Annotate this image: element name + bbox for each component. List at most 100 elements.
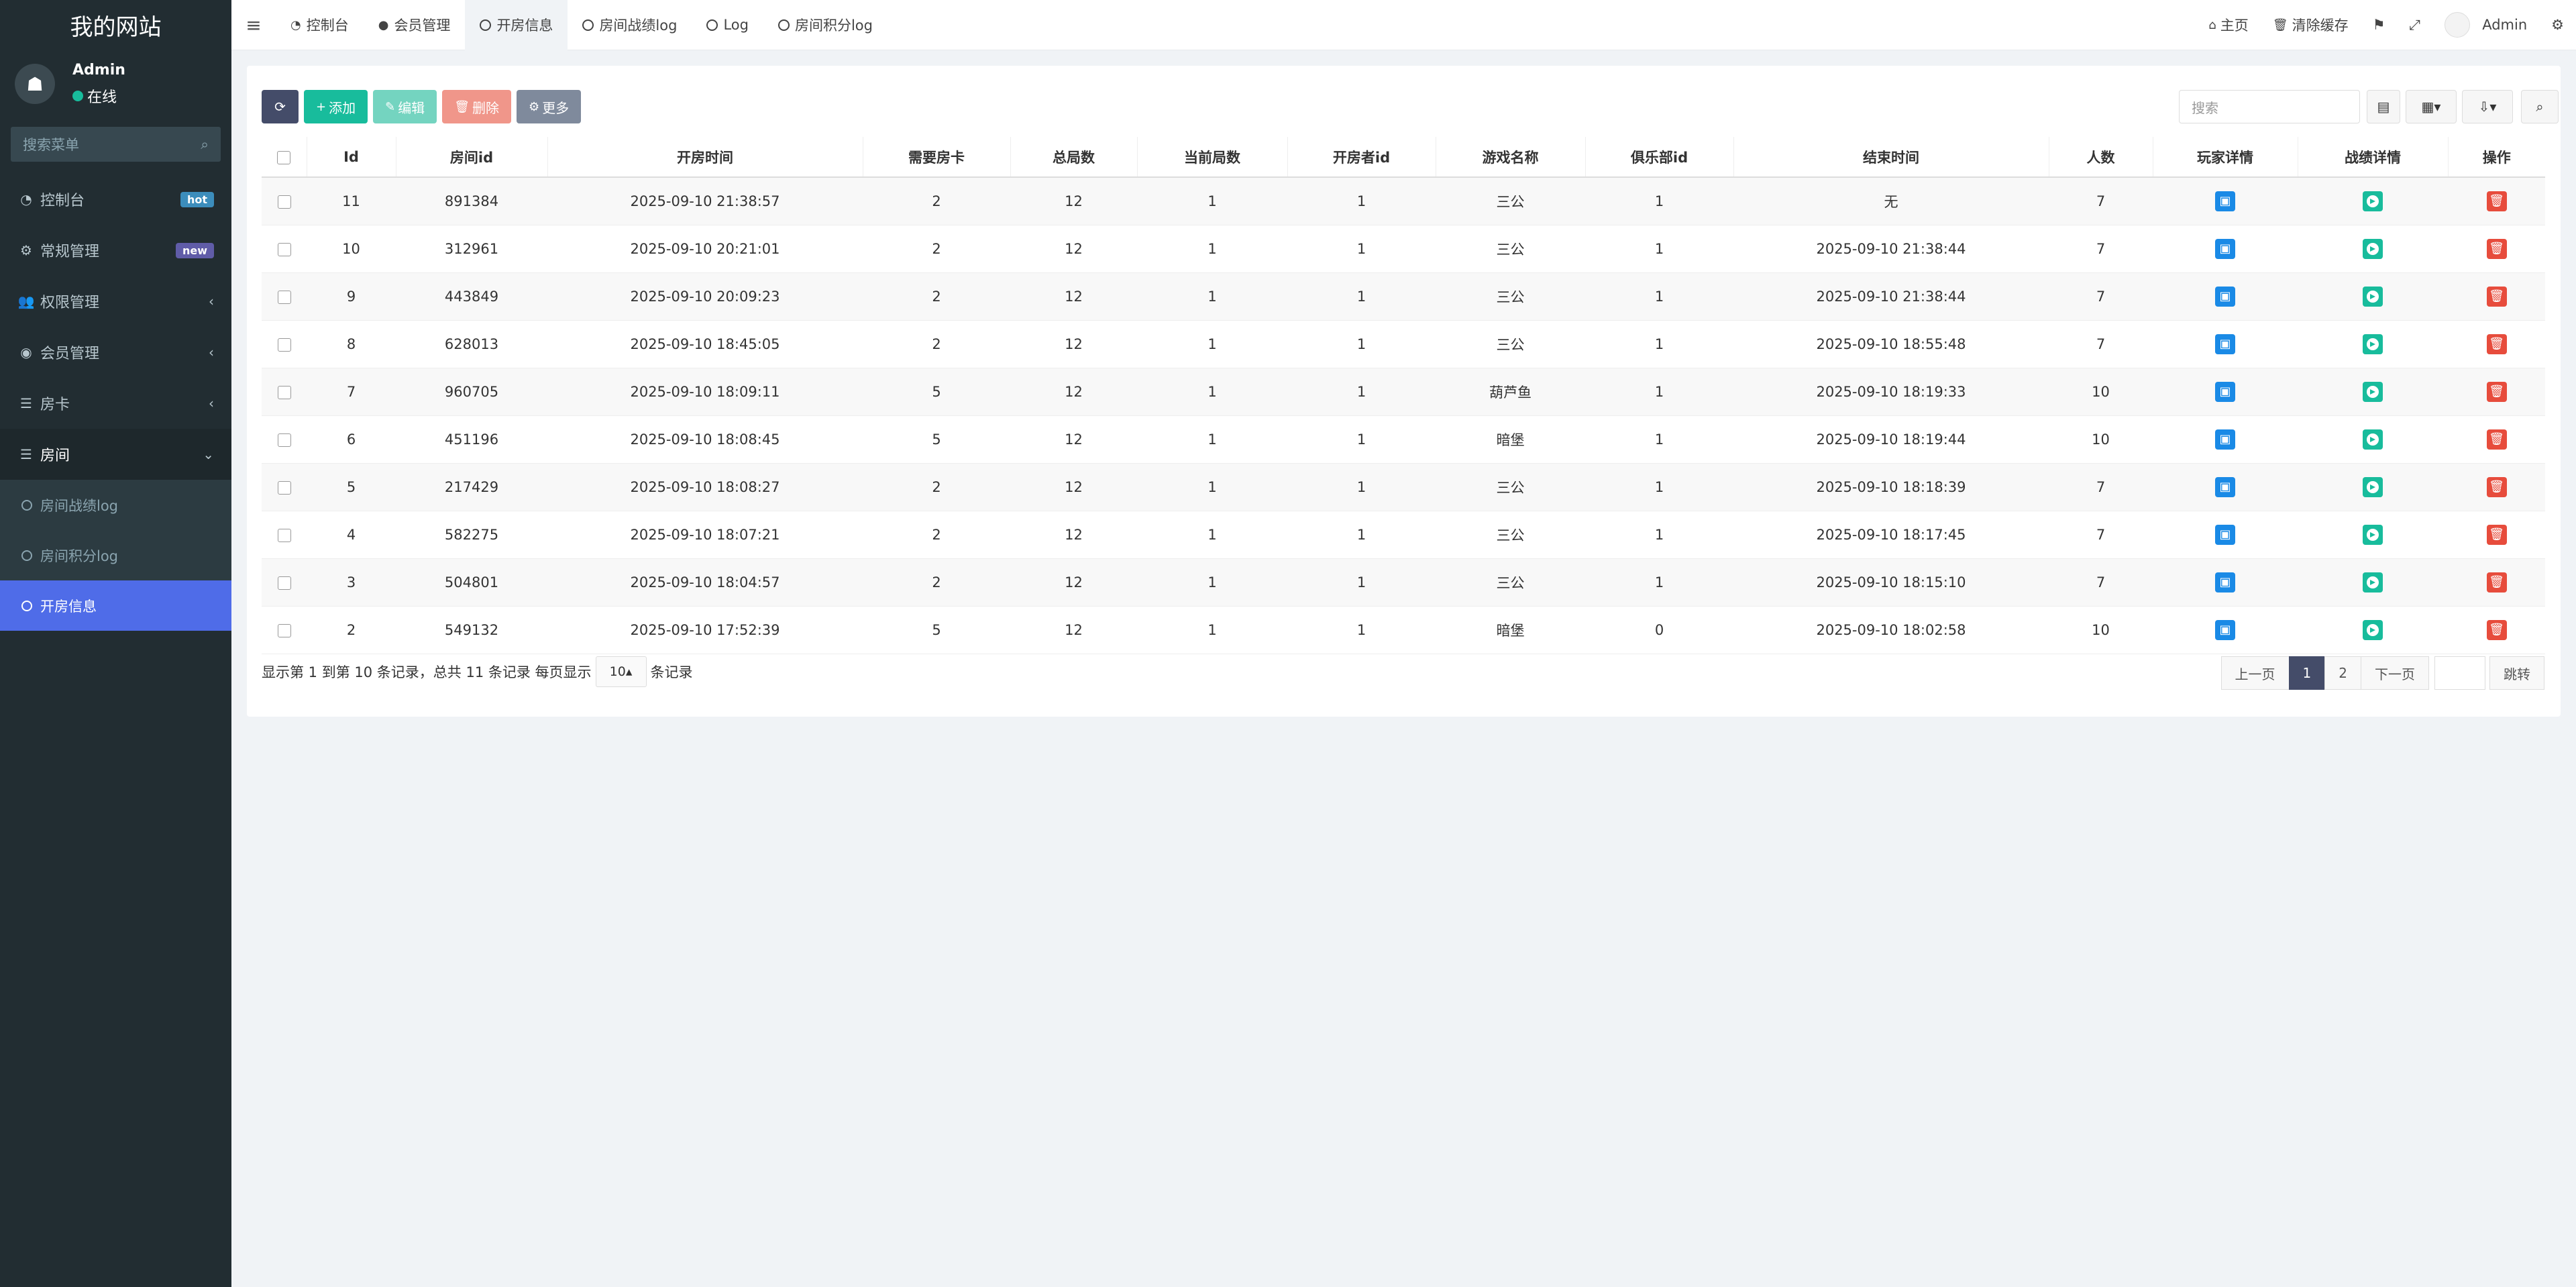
player-detail-icon[interactable]: ▣ — [2215, 476, 2235, 497]
delete-row-icon[interactable]: 🗑 — [2486, 333, 2507, 354]
table-row[interactable]: 7 960705 2025-09-10 18:09:11 5 12 1 1 葫芦鱼 1 2025-… — [262, 368, 2545, 416]
user-menu[interactable]: Admin — [2432, 12, 2539, 38]
delete-row-icon[interactable]: 🗑 — [2486, 619, 2507, 640]
jump-button[interactable]: 跳转 — [2489, 656, 2544, 690]
table-row[interactable]: 6 451196 2025-09-10 18:08:45 5 12 1 1 暗堡 1 2025-0… — [262, 415, 2545, 464]
battle-detail-icon[interactable] — [2363, 381, 2383, 402]
row-checkbox[interactable] — [277, 290, 291, 304]
row-checkbox[interactable] — [277, 576, 291, 590]
add-button[interactable]: + 添加 — [304, 90, 368, 123]
battle-detail-icon[interactable] — [2363, 476, 2383, 497]
next-page-button[interactable]: 下一页 — [2361, 656, 2429, 690]
row-checkbox[interactable] — [277, 385, 291, 399]
player-detail-icon[interactable]: ▣ — [2215, 429, 2235, 450]
table-row[interactable]: 3 504801 2025-09-10 18:04:57 2 12 1 1 三公 1 2025-0… — [262, 558, 2545, 607]
column-header[interactable]: 当前局数 — [1137, 137, 1288, 178]
column-header[interactable]: 人数 — [2049, 137, 2153, 178]
settings-icon[interactable]: ⚙ — [2539, 17, 2576, 33]
delete-row-icon[interactable]: 🗑 — [2486, 238, 2507, 259]
player-detail-icon[interactable]: ▣ — [2215, 381, 2235, 402]
battle-detail-icon[interactable] — [2363, 429, 2383, 450]
toggle-view-button[interactable]: ▤ — [2367, 90, 2400, 123]
battle-detail-icon[interactable] — [2363, 286, 2383, 307]
column-header[interactable]: 开房时间 — [547, 137, 863, 178]
clear-cache-button[interactable]: 🗑 清除缓存 — [2261, 15, 2361, 35]
refresh-button[interactable]: ⟳ — [262, 90, 299, 123]
tab-room-battle-log[interactable]: 房间战绩log — [568, 0, 692, 50]
player-detail-icon[interactable]: ▣ — [2215, 619, 2235, 640]
table-row[interactable]: 9 443849 2025-09-10 20:09:23 2 12 1 1 三公 1 2025-0… — [262, 272, 2545, 321]
row-checkbox[interactable] — [277, 338, 291, 352]
battle-detail-icon[interactable] — [2363, 238, 2383, 259]
menu-toggle-icon[interactable]: ≡ — [231, 0, 276, 50]
sidebar-item-members[interactable]: ◉ 会员管理 ‹ — [0, 327, 231, 378]
sidebar-item-room-score-log[interactable]: 房间积分log — [0, 530, 231, 580]
table-row[interactable]: 11 891384 2025-09-10 21:38:57 2 12 1 1 三公 1 无 7 ▣ 🗑 — [262, 177, 2545, 225]
sidebar-item-general[interactable]: ⚙ 常规管理 new — [0, 225, 231, 276]
menu-search-input[interactable]: 搜索菜单 ⌕ — [11, 127, 221, 162]
fullscreen-icon[interactable]: ⤢ — [2397, 17, 2432, 34]
row-checkbox[interactable] — [277, 433, 291, 447]
delete-row-icon[interactable]: 🗑 — [2486, 429, 2507, 450]
sidebar-item-room-battle-log[interactable]: 房间战绩log — [0, 480, 231, 530]
tab-log[interactable]: Log — [692, 0, 763, 50]
row-checkbox[interactable] — [277, 242, 291, 256]
delete-row-icon[interactable]: 🗑 — [2486, 191, 2507, 211]
site-logo[interactable]: 我的网站 — [0, 0, 231, 50]
column-header[interactable]: 俱乐部id — [1585, 137, 1734, 178]
column-header[interactable]: 需要房卡 — [863, 137, 1011, 178]
player-detail-icon[interactable]: ▣ — [2215, 286, 2235, 307]
table-row[interactable]: 5 217429 2025-09-10 18:08:27 2 12 1 1 三公 1 2025-0… — [262, 463, 2545, 511]
prev-page-button[interactable]: 上一页 — [2220, 656, 2290, 690]
tab-members[interactable]: ● 会员管理 — [364, 0, 466, 50]
more-button[interactable]: ⚙ 更多 — [517, 90, 582, 123]
delete-row-icon[interactable]: 🗑 — [2486, 286, 2507, 307]
column-header[interactable]: 总局数 — [1010, 137, 1138, 178]
export-dropdown-button[interactable]: ⇩▾ — [2462, 90, 2513, 123]
column-header[interactable]: 游戏名称 — [1436, 137, 1586, 178]
columns-dropdown-button[interactable]: ▦▾ — [2406, 90, 2457, 123]
delete-row-icon[interactable]: 🗑 — [2486, 572, 2507, 593]
column-header[interactable]: Id — [307, 137, 396, 178]
battle-detail-icon[interactable] — [2363, 619, 2383, 640]
table-row[interactable]: 2 549132 2025-09-10 17:52:39 5 12 1 1 暗堡 0 2025-0… — [262, 606, 2545, 654]
tab-room-score-log[interactable]: 房间积分log — [763, 0, 888, 50]
page-button[interactable]: 2 — [2324, 656, 2361, 690]
player-detail-icon[interactable]: ▣ — [2215, 333, 2235, 354]
table-row[interactable]: 4 582275 2025-09-10 18:07:21 2 12 1 1 三公 1 2025-0… — [262, 511, 2545, 559]
column-header[interactable]: 结束时间 — [1733, 137, 2049, 178]
sidebar-item-dashboard[interactable]: ◔ 控制台 hot — [0, 174, 231, 225]
player-detail-icon[interactable]: ▣ — [2215, 238, 2235, 259]
sidebar-item-room-info[interactable]: 开房信息 — [0, 580, 231, 631]
jump-page-input[interactable] — [2434, 656, 2485, 690]
sidebar-item-roomcard[interactable]: ☰ 房卡 ‹ — [0, 378, 231, 429]
language-icon[interactable]: ⚑ — [2361, 17, 2398, 33]
row-checkbox[interactable] — [277, 480, 291, 495]
player-detail-icon[interactable]: ▣ — [2215, 572, 2235, 593]
battle-detail-icon[interactable] — [2363, 572, 2383, 593]
delete-button[interactable]: 🗑 删除 — [442, 90, 512, 123]
home-link[interactable]: ⌂ 主页 — [2196, 15, 2260, 35]
row-checkbox[interactable] — [277, 528, 291, 542]
battle-detail-icon[interactable] — [2363, 191, 2383, 211]
page-size-select[interactable]: 10 ▴ — [595, 656, 647, 687]
table-row[interactable]: 10 312961 2025-09-10 20:21:01 2 12 1 1 三公 1 2025-… — [262, 225, 2545, 273]
row-checkbox[interactable] — [277, 195, 291, 209]
battle-detail-icon[interactable] — [2363, 524, 2383, 545]
sidebar-item-room[interactable]: ☰ 房间 ⌄ — [0, 429, 231, 480]
delete-row-icon[interactable]: 🗑 — [2486, 381, 2507, 402]
delete-row-icon[interactable]: 🗑 — [2486, 476, 2507, 497]
advanced-search-button[interactable]: ⌕ — [2521, 90, 2559, 123]
table-row[interactable]: 8 628013 2025-09-10 18:45:05 2 12 1 1 三公 1 2025-0… — [262, 320, 2545, 368]
tab-dashboard[interactable]: ◔ 控制台 — [276, 0, 364, 50]
column-header[interactable]: 开房者id — [1287, 137, 1436, 178]
edit-button[interactable]: ✎ 编辑 — [373, 90, 437, 123]
select-all-checkbox[interactable] — [277, 150, 291, 164]
player-detail-icon[interactable]: ▣ — [2215, 191, 2235, 211]
tab-room-info[interactable]: 开房信息 — [465, 0, 568, 50]
battle-detail-icon[interactable] — [2363, 333, 2383, 354]
column-header[interactable]: 房间id — [396, 137, 548, 178]
delete-row-icon[interactable]: 🗑 — [2486, 524, 2507, 545]
page-button[interactable]: 1 — [2288, 656, 2326, 690]
row-checkbox[interactable] — [277, 623, 291, 637]
